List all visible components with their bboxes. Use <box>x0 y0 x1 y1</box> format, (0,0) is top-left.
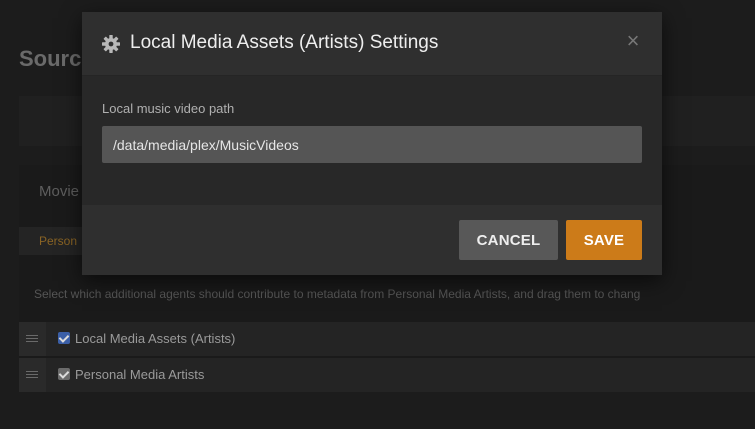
modal-title: Local Media Assets (Artists) Settings <box>130 32 439 53</box>
agent-label: Personal Media Artists <box>75 367 205 382</box>
save-button[interactable]: SAVE <box>566 220 642 260</box>
page: Sourc Movie Person Select which addition… <box>0 0 755 429</box>
music-video-path-label: Local music video path <box>102 101 235 116</box>
drag-handle-icon[interactable] <box>19 322 46 356</box>
agent-checkbox[interactable] <box>58 332 70 344</box>
page-title: Sourc <box>19 46 82 71</box>
agent-label: Local Media Assets (Artists) <box>75 331 236 346</box>
agent-row[interactable]: Local Media Assets (Artists) <box>19 322 755 356</box>
gear-icon <box>102 35 120 53</box>
modal-footer: CANCEL SAVE <box>82 205 662 275</box>
drag-handle-icon[interactable] <box>19 358 46 392</box>
agents-description: Select which additional agents should co… <box>34 287 641 301</box>
tab-personal-label: Person <box>39 234 78 248</box>
agent-row[interactable]: Personal Media Artists <box>19 358 755 392</box>
settings-modal: Local Media Assets (Artists) Settings × … <box>82 12 662 275</box>
modal-header: Local Media Assets (Artists) Settings × <box>82 12 662 76</box>
movie-section-heading: Movie <box>39 183 80 200</box>
modal-body: Local music video path <box>82 77 662 205</box>
cancel-button[interactable]: CANCEL <box>459 220 558 260</box>
music-video-path-input[interactable] <box>102 126 642 163</box>
close-icon[interactable]: × <box>624 30 642 52</box>
tab-personal[interactable]: Person <box>19 227 89 255</box>
agent-checkbox[interactable] <box>58 368 70 380</box>
